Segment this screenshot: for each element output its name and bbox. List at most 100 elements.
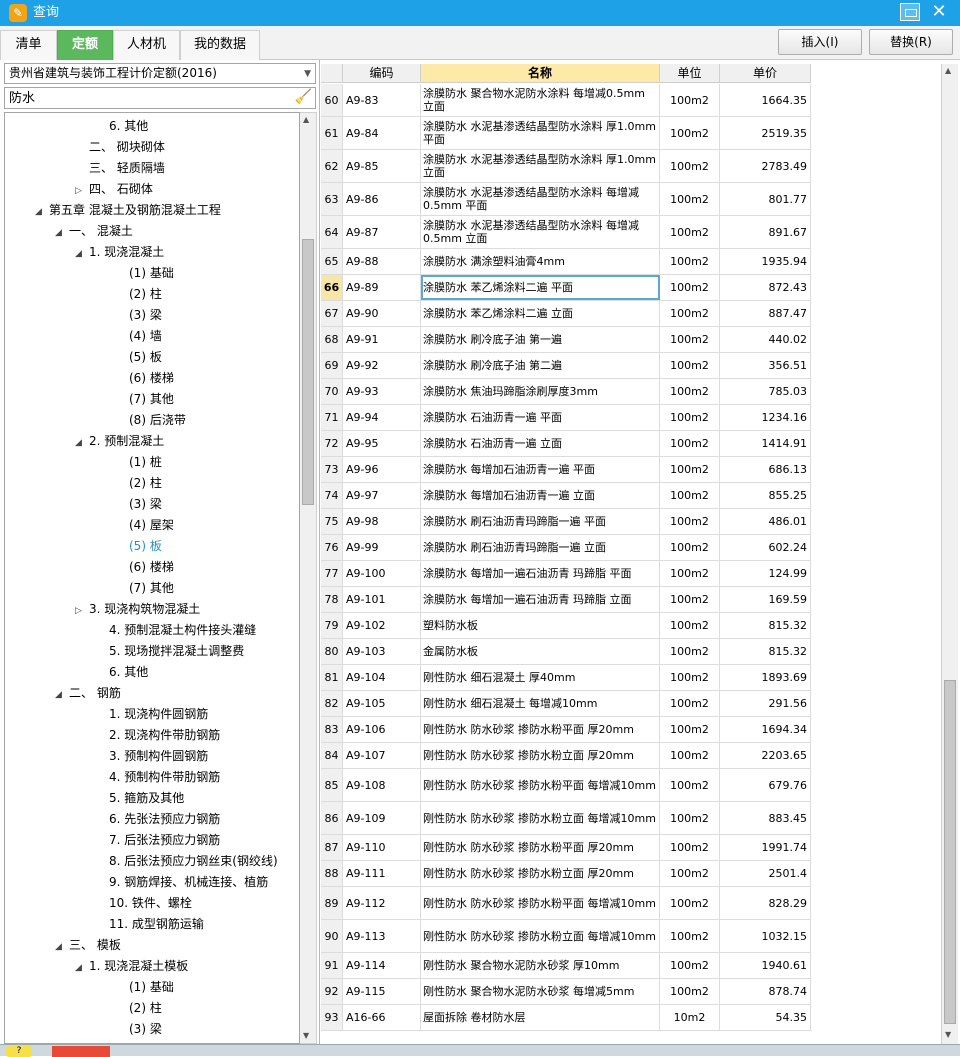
taskbar-app-icon[interactable] [52, 1046, 110, 1057]
header-name[interactable]: 名称 [421, 64, 660, 83]
table-row[interactable]: 66 A9-89 涂膜防水 苯乙烯涂料二遍 平面 100m2 872.43 [321, 275, 811, 301]
expanded-triangle-icon[interactable]: ◢ [75, 958, 89, 979]
table-row[interactable]: 63 A9-86 涂膜防水 水泥基渗透结晶型防水涂料 每增减0.5mm 平面 100m… [321, 183, 811, 216]
tree-node[interactable]: 3. 预制构件圆钢筋 [95, 746, 208, 767]
tree-node[interactable]: (4) 墙 [115, 326, 162, 347]
table-row[interactable]: 68 A9-91 涂膜防水 刷冷底子油 第一遍 100m2 440.02 [321, 327, 811, 353]
row-index[interactable]: 76 [321, 535, 343, 560]
tree-node[interactable]: (6) 楼梯 [115, 368, 174, 389]
insert-button[interactable]: 插入(I) [778, 29, 862, 55]
tree-node[interactable]: ◢ 1. 现浇混凝土 [75, 242, 164, 263]
table-row[interactable]: 85 A9-108 刚性防水 防水砂浆 掺防水粉平面 每增减10mm 100m2 679… [321, 769, 811, 802]
grid-scroll-down-icon[interactable]: ▼ [945, 1030, 951, 1039]
scroll-up-icon[interactable]: ▲ [303, 115, 309, 124]
maximize-button[interactable] [900, 3, 920, 21]
tree-node[interactable]: 4. 预制混凝土构件接头灌缝 [95, 620, 256, 641]
expanded-triangle-icon[interactable]: ◢ [55, 685, 69, 706]
tree-node[interactable]: 6. 其他 [95, 662, 148, 683]
header-unit[interactable]: 单位 [660, 64, 720, 83]
tree-node[interactable]: ▷ 四、 石砌体 [75, 179, 153, 200]
table-row[interactable]: 93 A16-66 屋面拆除 卷材防水层 10m2 54.35 [321, 1005, 811, 1031]
expanded-triangle-icon[interactable]: ◢ [75, 244, 89, 265]
table-row[interactable]: 91 A9-114 刚性防水 聚合物水泥防水砂浆 厚10mm 100m2 1940.61 [321, 953, 811, 979]
table-row[interactable]: 71 A9-94 涂膜防水 石油沥青一遍 平面 100m2 1234.16 [321, 405, 811, 431]
tree-node[interactable]: 5. 箍筋及其他 [95, 788, 184, 809]
table-row[interactable]: 92 A9-115 刚性防水 聚合物水泥防水砂浆 每增减5mm 100m2 878.74 [321, 979, 811, 1005]
tree-node[interactable]: (3) 梁 [115, 305, 162, 326]
tree-node[interactable]: 三、 轻质隔墙 [75, 158, 165, 179]
tree-node[interactable]: ▷ 3. 现浇构筑物混凝土 [75, 599, 200, 620]
tree-node[interactable]: (1) 桩 [115, 452, 162, 473]
tree-node[interactable]: (2) 柱 [115, 284, 162, 305]
tree-node[interactable]: (8) 后浇带 [115, 410, 186, 431]
table-row[interactable]: 60 A9-83 涂膜防水 聚合物水泥防水涂料 每增减0.5mm 立面 100m2 16… [321, 84, 811, 117]
tree-node[interactable]: (5) 板 [115, 347, 162, 368]
row-index[interactable]: 62 [321, 150, 343, 182]
header-code[interactable]: 编码 [343, 64, 421, 83]
table-row[interactable]: 84 A9-107 刚性防水 防水砂浆 掺防水粉立面 厚20mm 100m2 2203.… [321, 743, 811, 769]
tree-scroll-thumb[interactable] [302, 239, 314, 505]
table-row[interactable]: 62 A9-85 涂膜防水 水泥基渗透结晶型防水涂料 厚1.0mm 立面 100m2 2… [321, 150, 811, 183]
tree-node[interactable]: (6) 楼梯 [115, 557, 174, 578]
expanded-triangle-icon[interactable]: ◢ [55, 937, 69, 958]
table-row[interactable]: 67 A9-90 涂膜防水 苯乙烯涂料二遍 立面 100m2 887.47 [321, 301, 811, 327]
tree-node[interactable]: ◢ 第五章 混凝土及钢筋混凝土工程 [35, 200, 221, 221]
tree-node[interactable]: ◢ 1. 现浇混凝土模板 [75, 956, 188, 977]
row-index[interactable]: 71 [321, 405, 343, 430]
tree-node[interactable]: (1) 基础 [115, 977, 174, 998]
quota-library-select[interactable]: 贵州省建筑与装饰工程计价定额(2016) ▼ [4, 63, 316, 84]
row-index[interactable]: 81 [321, 665, 343, 690]
tree-node[interactable]: ◢ 二、 钢筋 [55, 683, 121, 704]
grid-scrollbar[interactable]: ▲ ▼ [941, 64, 958, 1044]
table-row[interactable]: 77 A9-100 涂膜防水 每增加一遍石油沥青 玛蹄脂 平面 100m2 124.99 [321, 561, 811, 587]
table-row[interactable]: 61 A9-84 涂膜防水 水泥基渗透结晶型防水涂料 厚1.0mm 平面 100m2 2… [321, 117, 811, 150]
tree-node[interactable]: 7. 后张法预应力钢筋 [95, 830, 220, 851]
table-row[interactable]: 74 A9-97 涂膜防水 每增加石油沥青一遍 立面 100m2 855.25 [321, 483, 811, 509]
row-index[interactable]: 93 [321, 1005, 343, 1030]
table-row[interactable]: 86 A9-109 刚性防水 防水砂浆 掺防水粉立面 每增减10mm 100m2 883… [321, 802, 811, 835]
row-index[interactable]: 69 [321, 353, 343, 378]
tab-bill[interactable]: 清单 [0, 30, 57, 60]
replace-button[interactable]: 替换(R) [869, 29, 953, 55]
expanded-triangle-icon[interactable]: ◢ [55, 223, 69, 244]
expanded-triangle-icon[interactable]: ◢ [35, 202, 49, 223]
tree-node[interactable]: (7) 其他 [115, 578, 174, 599]
expanded-triangle-icon[interactable]: ◢ [75, 433, 89, 454]
tab-labor-material[interactable]: 人材机 [113, 30, 180, 60]
tree-node[interactable]: (1) 基础 [115, 263, 174, 284]
row-index[interactable]: 85 [321, 769, 343, 801]
table-row[interactable]: 70 A9-93 涂膜防水 焦油玛蹄脂涂刷厚度3mm 100m2 785.03 [321, 379, 811, 405]
grid-scroll-up-icon[interactable]: ▲ [945, 66, 951, 75]
scroll-down-icon[interactable]: ▼ [303, 1031, 309, 1040]
table-row[interactable]: 87 A9-110 刚性防水 防水砂浆 掺防水粉平面 厚20mm 100m2 1991.… [321, 835, 811, 861]
tree-node[interactable]: 8. 后张法预应力钢丝束(钢绞线) [95, 851, 278, 872]
tab-my-data[interactable]: 我的数据 [180, 30, 260, 60]
collapsed-triangle-icon[interactable]: ▷ [75, 181, 89, 202]
row-index[interactable]: 83 [321, 717, 343, 742]
row-index[interactable]: 77 [321, 561, 343, 586]
tree-node[interactable]: (3) 梁 [115, 494, 162, 515]
tree-node[interactable]: (2) 柱 [115, 473, 162, 494]
row-index[interactable]: 72 [321, 431, 343, 456]
help-icon[interactable]: ? [6, 1046, 32, 1057]
table-row[interactable]: 89 A9-112 刚性防水 防水砂浆 掺防水粉平面 每增减10mm 100m2 828… [321, 887, 811, 920]
row-index[interactable]: 61 [321, 117, 343, 149]
collapsed-triangle-icon[interactable]: ▷ [75, 601, 89, 622]
search-input[interactable]: 防水 🧹 [4, 87, 316, 109]
tree-node[interactable]: ◢ 三、 模板 [55, 935, 121, 956]
table-row[interactable]: 82 A9-105 刚性防水 细石混凝土 每增减10mm 100m2 291.56 [321, 691, 811, 717]
row-index[interactable]: 68 [321, 327, 343, 352]
tree-node[interactable]: (2) 柱 [115, 998, 162, 1019]
tree-node[interactable]: 二、 砌块砌体 [75, 137, 165, 158]
tree-node[interactable]: 4. 预制构件带肋钢筋 [95, 767, 220, 788]
grid-scroll-thumb[interactable] [944, 680, 956, 1024]
table-row[interactable]: 76 A9-99 涂膜防水 刷石油沥青玛蹄脂一遍 立面 100m2 602.24 [321, 535, 811, 561]
row-index[interactable]: 89 [321, 887, 343, 919]
row-index[interactable]: 91 [321, 953, 343, 978]
row-index[interactable]: 73 [321, 457, 343, 482]
row-index[interactable]: 86 [321, 802, 343, 834]
tree-node[interactable]: 10. 铁件、螺栓 [95, 893, 192, 914]
row-index[interactable]: 84 [321, 743, 343, 768]
row-index[interactable]: 79 [321, 613, 343, 638]
row-index[interactable]: 67 [321, 301, 343, 326]
